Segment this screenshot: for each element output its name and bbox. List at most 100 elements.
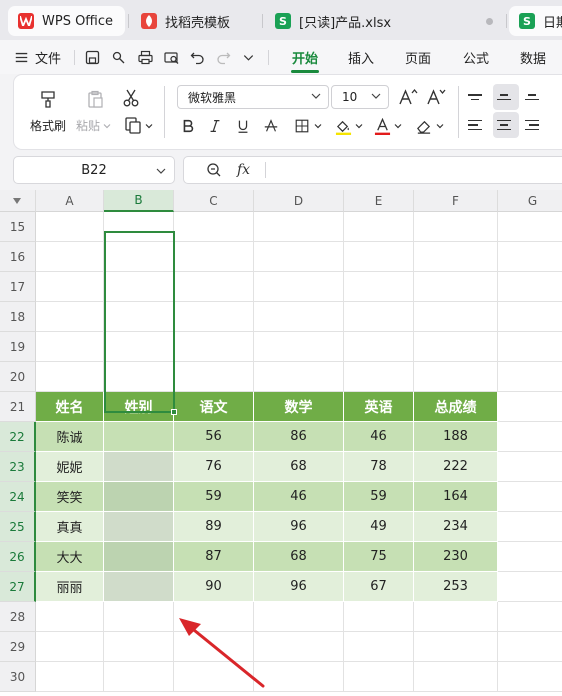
empty-cell[interactable] <box>414 212 498 242</box>
empty-cell[interactable] <box>344 242 414 272</box>
table-cell[interactable]: 234 <box>414 512 498 542</box>
table-cell[interactable] <box>104 482 174 512</box>
empty-cell[interactable] <box>344 602 414 632</box>
font-name-select[interactable]: 微软雅黑 <box>177 85 329 109</box>
column-header-c[interactable]: C <box>174 190 254 212</box>
redo-button[interactable] <box>215 40 232 74</box>
empty-cell[interactable] <box>174 272 254 302</box>
tab-wps-office[interactable]: WPS Office <box>8 6 125 36</box>
empty-cell[interactable] <box>174 362 254 392</box>
empty-cell[interactable] <box>498 602 562 632</box>
tab-product-xlsx[interactable]: S [只读]产品.xlsx <box>265 6 503 36</box>
clear-format-button[interactable] <box>412 117 434 135</box>
table-cell[interactable]: 90 <box>174 572 254 602</box>
empty-cell[interactable] <box>414 662 498 692</box>
close-icon[interactable] <box>486 18 493 25</box>
empty-cell[interactable] <box>174 212 254 242</box>
empty-cell[interactable] <box>254 362 344 392</box>
format-painter-button[interactable] <box>33 86 63 112</box>
fill-handle[interactable] <box>171 409 177 415</box>
table-cell[interactable]: 56 <box>174 422 254 452</box>
empty-cell[interactable] <box>104 662 174 692</box>
table-cell[interactable] <box>104 572 174 602</box>
fill-color-button[interactable] <box>332 117 354 135</box>
empty-cell[interactable] <box>498 452 562 482</box>
chevron-down-icon[interactable] <box>103 122 111 130</box>
align-top-button[interactable] <box>468 88 486 106</box>
empty-cell[interactable] <box>104 302 174 332</box>
paste-button[interactable] <box>82 86 108 112</box>
table-cell[interactable]: 陈诚 <box>36 422 104 452</box>
bold-button[interactable] <box>177 117 199 135</box>
empty-cell[interactable] <box>344 272 414 302</box>
save-button[interactable] <box>84 40 101 74</box>
table-cell[interactable]: 丽丽 <box>36 572 104 602</box>
table-header-cell[interactable]: 英语 <box>344 392 414 422</box>
table-header-cell[interactable]: 总成绩 <box>414 392 498 422</box>
empty-cell[interactable] <box>254 242 344 272</box>
table-cell[interactable]: 86 <box>254 422 344 452</box>
row-header[interactable]: 30 <box>0 662 36 692</box>
row-header[interactable]: 25 <box>0 512 36 542</box>
empty-cell[interactable] <box>344 302 414 332</box>
decrease-font-button[interactable] <box>425 87 447 107</box>
empty-cell[interactable] <box>36 242 104 272</box>
align-right-button[interactable] <box>525 116 543 134</box>
print-preview-button[interactable] <box>163 40 180 74</box>
share-button[interactable] <box>111 40 128 74</box>
empty-cell[interactable] <box>498 482 562 512</box>
empty-cell[interactable] <box>174 242 254 272</box>
table-cell[interactable]: 230 <box>414 542 498 572</box>
chevron-down-icon[interactable] <box>436 122 444 130</box>
table-cell[interactable]: 妮妮 <box>36 452 104 482</box>
empty-cell[interactable] <box>344 632 414 662</box>
table-cell[interactable]: 67 <box>344 572 414 602</box>
file-menu[interactable]: 文件 <box>14 40 61 74</box>
empty-cell[interactable] <box>104 332 174 362</box>
empty-cell[interactable] <box>498 332 562 362</box>
undo-button[interactable] <box>189 40 206 74</box>
tab-docer-templates[interactable]: 找稻壳模板 <box>131 6 259 36</box>
table-cell[interactable] <box>104 542 174 572</box>
empty-cell[interactable] <box>498 422 562 452</box>
table-cell[interactable]: 253 <box>414 572 498 602</box>
empty-cell[interactable] <box>498 212 562 242</box>
table-header-cell[interactable]: 姓名 <box>36 392 104 422</box>
empty-cell[interactable] <box>254 332 344 362</box>
column-header-b[interactable]: B <box>104 190 174 212</box>
table-cell[interactable] <box>104 452 174 482</box>
table-cell[interactable]: 笑笑 <box>36 482 104 512</box>
table-cell[interactable]: 49 <box>344 512 414 542</box>
table-cell[interactable]: 59 <box>174 482 254 512</box>
empty-cell[interactable] <box>414 602 498 632</box>
empty-cell[interactable] <box>498 392 562 422</box>
row-header[interactable]: 23 <box>0 452 36 482</box>
empty-cell[interactable] <box>174 302 254 332</box>
empty-cell[interactable] <box>254 212 344 242</box>
empty-cell[interactable] <box>344 662 414 692</box>
row-header[interactable]: 17 <box>0 272 36 302</box>
cut-button[interactable] <box>120 86 142 110</box>
empty-cell[interactable] <box>36 362 104 392</box>
empty-cell[interactable] <box>36 272 104 302</box>
table-cell[interactable]: 78 <box>344 452 414 482</box>
empty-cell[interactable] <box>498 302 562 332</box>
align-middle-button[interactable] <box>497 88 515 106</box>
tab-home[interactable]: 开始 <box>292 40 318 74</box>
zoom-icon[interactable] <box>206 162 222 178</box>
column-header-e[interactable]: E <box>344 190 414 212</box>
empty-cell[interactable] <box>104 632 174 662</box>
empty-cell[interactable] <box>498 632 562 662</box>
font-size-select[interactable]: 10 <box>331 85 389 109</box>
empty-cell[interactable] <box>254 302 344 332</box>
column-header-f[interactable]: F <box>414 190 498 212</box>
empty-cell[interactable] <box>498 242 562 272</box>
function-icon[interactable]: fx <box>237 162 250 178</box>
row-header[interactable]: 16 <box>0 242 36 272</box>
table-cell[interactable]: 222 <box>414 452 498 482</box>
align-left-button[interactable] <box>468 116 486 134</box>
row-header[interactable]: 29 <box>0 632 36 662</box>
empty-cell[interactable] <box>36 662 104 692</box>
strikethrough-button[interactable] <box>260 117 282 135</box>
empty-cell[interactable] <box>498 542 562 572</box>
